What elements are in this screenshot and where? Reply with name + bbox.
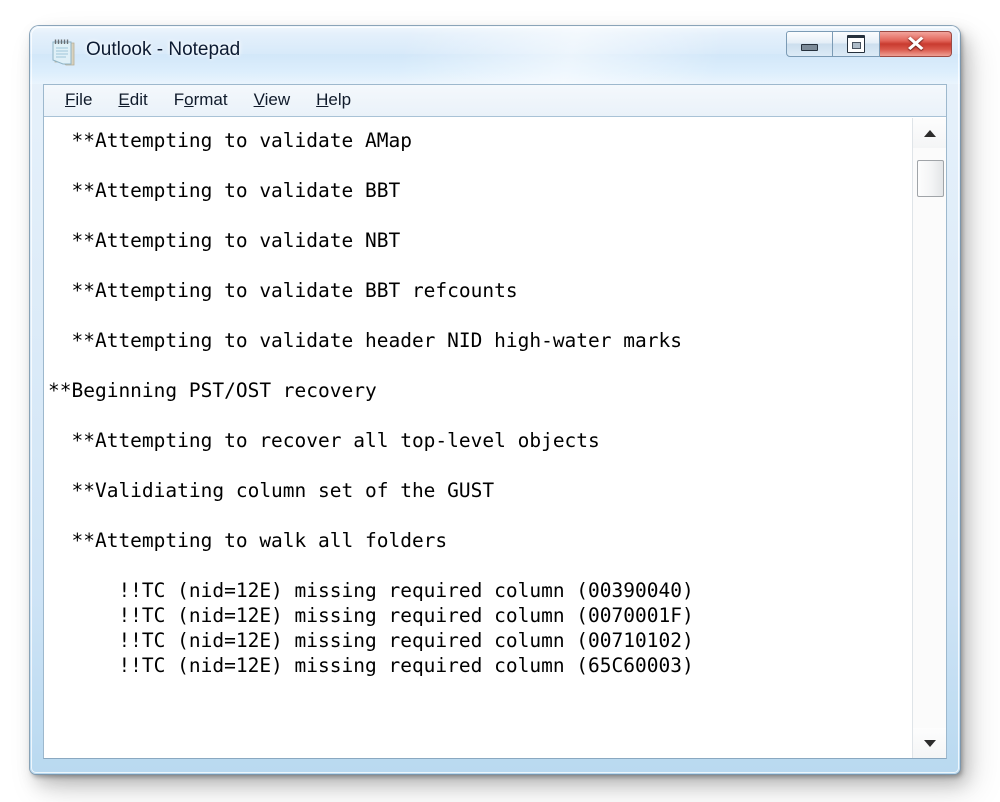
scroll-up-button[interactable] [913, 118, 946, 148]
text-line: !!TC (nid=12E) missing required column (… [48, 654, 694, 677]
vertical-scrollbar[interactable] [912, 118, 946, 758]
restore-icon [847, 35, 865, 53]
text-line: **Attempting to walk all folders [48, 529, 448, 552]
menu-item-edit[interactable]: Edit [105, 88, 160, 113]
caret-up-icon [923, 129, 936, 137]
text-blank-line [48, 203, 910, 228]
title-bar[interactable]: Outlook - Notepad ✕ [30, 26, 960, 84]
caret-down-icon [923, 739, 936, 747]
close-icon: ✕ [905, 32, 926, 56]
menu-item-help[interactable]: Help [303, 88, 364, 113]
text-blank-line [48, 353, 910, 378]
text-blank-line [48, 153, 910, 178]
text-blank-line [48, 303, 910, 328]
notepad-icon [50, 38, 78, 68]
scroll-down-button[interactable] [913, 728, 946, 758]
menu-item-view[interactable]: View [241, 88, 304, 113]
text-editor[interactable]: **Attempting to validate AMap **Attempti… [44, 118, 910, 758]
text-line: !!TC (nid=12E) missing required column (… [48, 579, 694, 602]
desktop-background: Outlook - Notepad ✕ File Edit Format Vie… [0, 0, 1000, 802]
menu-item-format[interactable]: Format [161, 88, 241, 113]
text-line: **Validiating column set of the GUST [48, 479, 495, 502]
text-line: **Attempting to validate NBT [48, 229, 401, 252]
scrollbar-thumb[interactable] [917, 160, 944, 197]
text-line: !!TC (nid=12E) missing required column (… [48, 604, 694, 627]
menu-bar: File Edit Format View Help [44, 85, 946, 117]
text-line: !!TC (nid=12E) missing required column (… [48, 629, 694, 652]
menu-item-file[interactable]: File [52, 88, 105, 113]
text-line: **Beginning PST/OST recovery [48, 379, 377, 402]
text-blank-line [48, 253, 910, 278]
text-area-wrapper: **Attempting to validate AMap **Attempti… [44, 118, 946, 758]
minimize-button[interactable] [786, 31, 833, 57]
window-controls: ✕ [786, 31, 952, 59]
text-line: **Attempting to recover all top-level ob… [48, 429, 600, 452]
text-blank-line [48, 553, 910, 578]
maximize-restore-button[interactable] [833, 31, 880, 57]
text-line: **Attempting to validate AMap [48, 129, 412, 152]
window-client-area: File Edit Format View Help **Attempting … [43, 84, 947, 759]
close-button[interactable]: ✕ [880, 31, 952, 57]
text-line: **Attempting to validate BBT [48, 179, 401, 202]
text-blank-line [48, 403, 910, 428]
window-title: Outlook - Notepad [86, 39, 241, 60]
notepad-window: Outlook - Notepad ✕ File Edit Format Vie… [30, 26, 960, 774]
scrollbar-track[interactable] [913, 148, 946, 728]
text-line: **Attempting to validate header NID high… [48, 329, 682, 352]
text-blank-line [48, 503, 910, 528]
minimize-icon [801, 44, 818, 51]
text-line: **Attempting to validate BBT refcounts [48, 279, 518, 302]
text-blank-line [48, 453, 910, 478]
